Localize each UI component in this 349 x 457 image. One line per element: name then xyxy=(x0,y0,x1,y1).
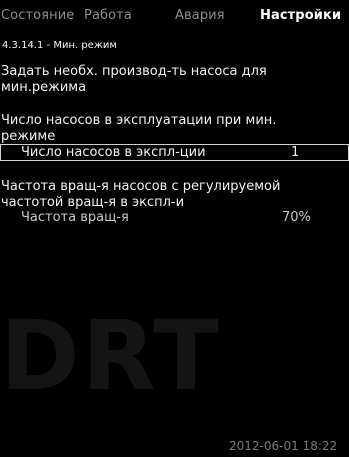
pump-count-field[interactable]: Число насосов в экспл-ции 1 xyxy=(0,144,349,161)
tab-bar: Состояние Работа Авария Настройки xyxy=(0,0,349,33)
pump-speed-value[interactable]: 70% xyxy=(282,210,311,226)
tab-settings[interactable]: Настройки xyxy=(260,8,341,23)
pump-count-label: Число насосов в экспл-ции xyxy=(21,145,206,160)
page-description: Задать необх. производ-ть насоса для мин… xyxy=(1,64,267,96)
description-line: Задать необх. производ-ть насоса для xyxy=(1,64,267,79)
watermark: DRT xyxy=(0,300,221,412)
tab-alarm[interactable]: Авария xyxy=(175,8,225,23)
description-line: мин.режима xyxy=(1,80,87,95)
heading-line: частотой вращ-я в экспл-и xyxy=(1,195,185,210)
pump-count-heading: Число насосов в эксплуатации при мин. ре… xyxy=(1,113,276,145)
tab-operation[interactable]: Работа xyxy=(84,8,132,23)
pump-speed-heading: Частота вращ-я насосов с регулируемой ча… xyxy=(1,179,280,211)
pump-speed-field[interactable]: Частота вращ-я 70% xyxy=(0,210,346,227)
pump-speed-label: Частота вращ-я xyxy=(21,210,129,225)
tab-status[interactable]: Состояние xyxy=(1,8,74,23)
heading-line: Число насосов в эксплуатации при мин. xyxy=(1,113,277,128)
pump-count-value[interactable]: 1 xyxy=(291,145,299,161)
breadcrumb: 4.3.14.1 - Мин. режим xyxy=(2,40,117,51)
heading-line: Частота вращ-я насосов с регулируемой xyxy=(1,179,281,194)
datetime: 2012-06-01 18:22 xyxy=(229,439,338,453)
heading-line: режиме xyxy=(1,129,56,144)
